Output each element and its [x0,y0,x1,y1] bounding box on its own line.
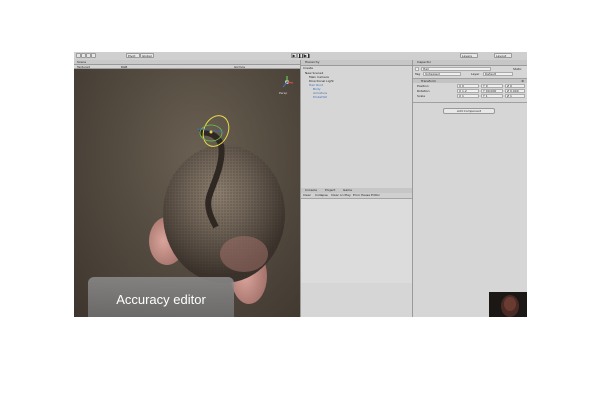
scale-x-field[interactable]: X 1 [457,94,479,98]
tab-inspector[interactable]: Inspector [415,60,433,65]
tag-label: Tag [415,72,421,76]
preview-thumbnail [489,292,527,317]
scale-label: Scale [417,94,426,98]
inspector-tabbar: Inspector [413,60,527,66]
gear-icon[interactable]: ⚙ [521,79,524,83]
divider [413,102,527,103]
component-title: Transform [421,79,436,83]
caption-overlay: Accuracy editor [88,277,234,317]
clear-button[interactable]: Clear [303,193,311,197]
scene-panel: Scene Textured RGB Gizmos Persp Accuracy… [74,60,300,317]
rotation-z-field[interactable]: Z 0.000 [505,89,525,93]
scene-viewport[interactable]: Persp Accuracy editor [74,69,300,317]
active-checkbox[interactable] [415,67,419,71]
scale-z-field[interactable]: Z 1 [505,94,525,98]
static-checkbox[interactable]: Static [513,67,522,71]
global-toggle[interactable]: Global [140,53,154,58]
rotation-y-field[interactable]: Y 90.000 [481,89,503,93]
position-z-field[interactable]: Z 0 [505,84,525,88]
position-y-field[interactable]: Y 0 [481,84,503,88]
create-dropdown[interactable]: Create [303,66,313,70]
console-log-area[interactable] [301,199,413,283]
pivot-toggle[interactable]: Pivot [126,53,140,58]
clear-on-play-button[interactable]: Clear on Play [331,193,351,197]
hierarchy-panel: Hierarchy Create New Scene1 Main Camera … [300,60,412,188]
orientation-gizmo-icon[interactable] [280,75,294,89]
persp-label: Persp [279,91,288,95]
inspector-panel: Inspector Hair Static Tag Untagged Layer… [412,60,527,317]
layer-dropdown[interactable]: Default [483,72,513,76]
hierarchy-item[interactable]: ProbeHat [313,95,327,99]
add-component-button[interactable]: Add Component [443,108,495,114]
layer-label: Layer [471,72,480,76]
rotation-label: Rotation [417,89,430,93]
head-preview-image [501,295,519,317]
unity-editor-window: Pivot Global ▶ ❚❚ ▶❚ Layers Layout Scene… [74,52,527,317]
tag-dropdown[interactable]: Untagged [423,72,461,76]
scale-tool-icon[interactable] [91,53,96,58]
rotation-x-field[interactable]: X 1.2 [457,89,479,93]
position-label: Position [417,84,429,88]
error-pause-button[interactable]: Error Pause [353,193,370,197]
editor-dropdown[interactable]: Editor [371,193,380,197]
object-name-field[interactable]: Hair [421,67,491,71]
step-button[interactable]: ▶❚ [303,53,310,58]
tab-hierarchy[interactable]: Hierarchy [303,60,322,65]
collapse-button[interactable]: Collapse [315,193,328,197]
layers-dropdown[interactable]: Layers [460,53,478,58]
scale-y-field[interactable]: Y 1 [481,94,503,98]
layout-dropdown[interactable]: Layout [494,53,512,58]
console-panel: Console Project Game Clear Collapse Clea… [300,188,413,317]
position-x-field[interactable]: X 0 [457,84,479,88]
hierarchy-tabbar: Hierarchy [301,60,412,66]
transform-header[interactable]: Transform ⚙ [413,78,527,83]
